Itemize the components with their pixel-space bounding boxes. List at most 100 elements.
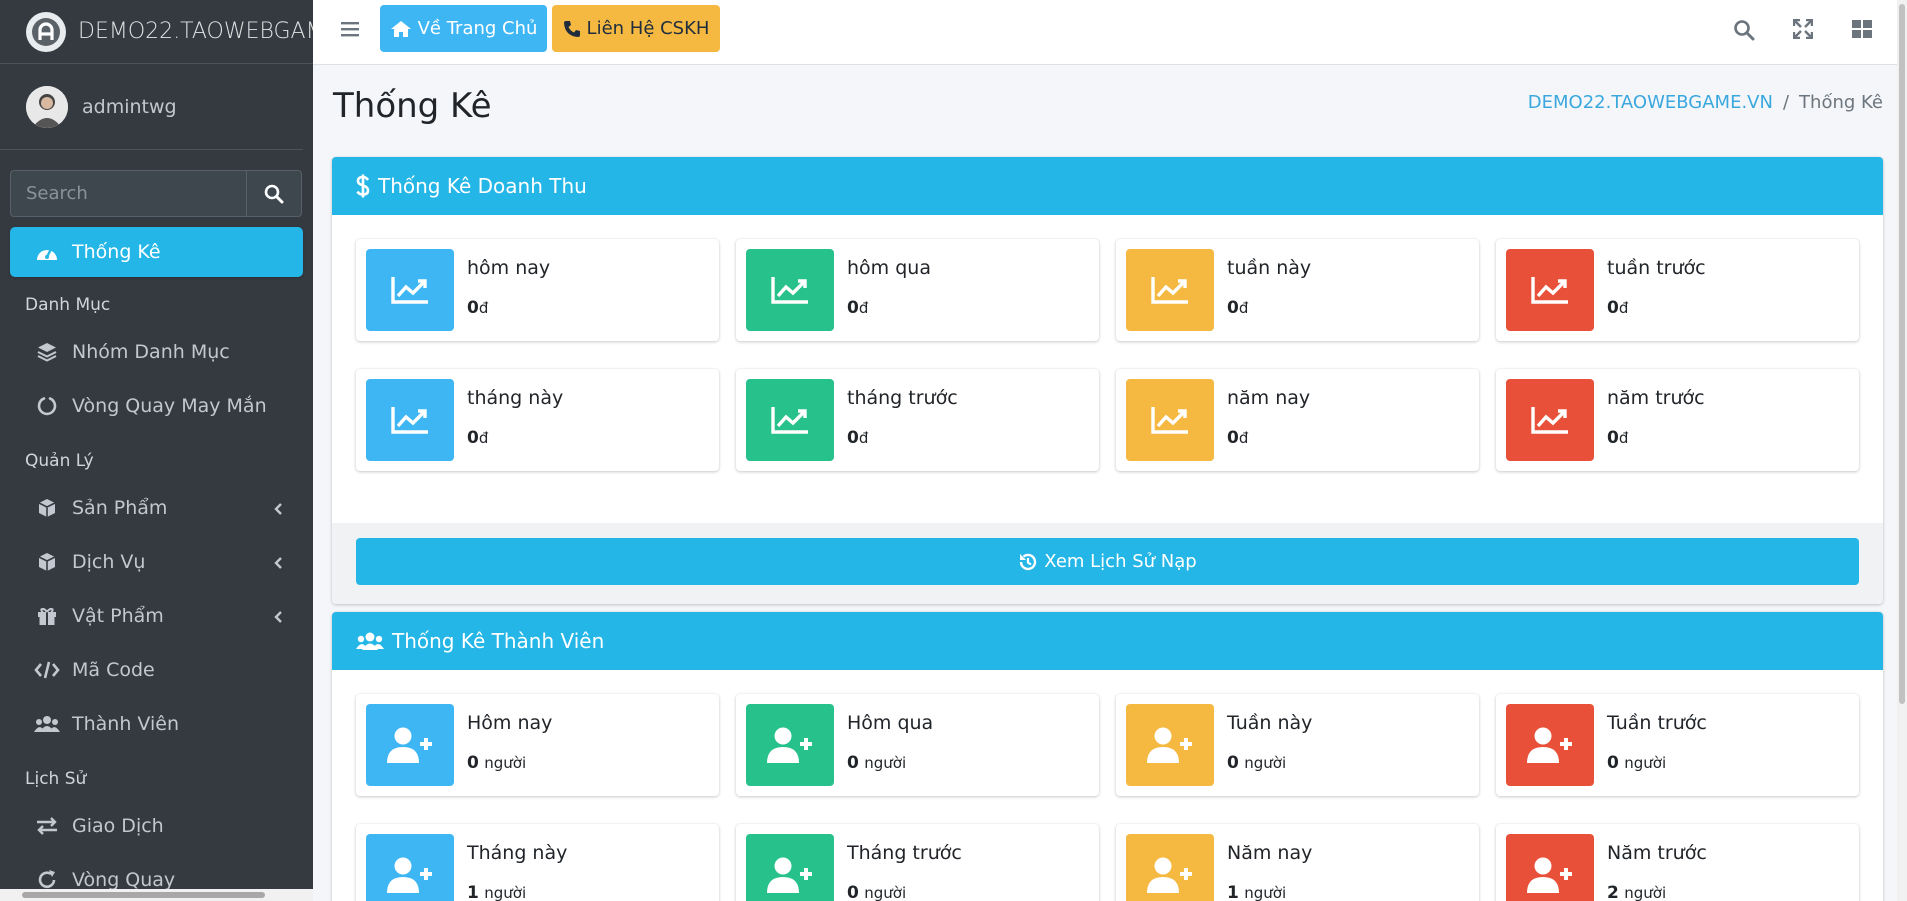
member-stat-box: Tháng trước 0 người bbox=[736, 824, 1099, 901]
chevron-left-icon bbox=[273, 553, 283, 575]
home-icon bbox=[390, 20, 411, 37]
member-stat-box: Hôm qua 0 người bbox=[736, 694, 1099, 796]
contact-button-label: Liên Hệ CSKH bbox=[586, 18, 710, 39]
revenue-card-header: Thống Kê Doanh Thu bbox=[332, 157, 1883, 215]
chevron-left-icon bbox=[273, 607, 283, 629]
sidebar-item-ma-code[interactable]: Mã Code bbox=[0, 643, 313, 697]
users-icon bbox=[356, 632, 384, 650]
members-stats-grid: Hôm nay 0 người Hôm qua 0 người Tuần này 0 ng… bbox=[356, 694, 1859, 901]
member-stat-box: Tháng này 1 người bbox=[356, 824, 719, 901]
box-icon bbox=[34, 495, 60, 521]
sidebar-item-label: Vật Phẩm bbox=[72, 605, 164, 627]
menu-toggle-icon[interactable] bbox=[341, 20, 361, 42]
stat-number: 0 bbox=[1607, 298, 1619, 318]
sidebar-item-label: Vòng Quay bbox=[72, 869, 176, 891]
stat-number: 0 bbox=[847, 298, 859, 318]
stat-value: 1 người bbox=[467, 883, 526, 901]
search-icon bbox=[264, 184, 284, 203]
stat-unit: đ bbox=[478, 299, 489, 317]
stat-number: 0 bbox=[467, 298, 479, 318]
sidebar-item-thong-ke[interactable]: Thống Kê bbox=[10, 227, 303, 277]
contact-button[interactable]: Liên Hệ CSKH bbox=[552, 5, 720, 52]
user-name[interactable]: admintwg bbox=[82, 96, 177, 118]
user-plus-icon bbox=[366, 834, 454, 901]
stat-value: 0đ bbox=[847, 428, 868, 448]
revenue-stat-box: hôm qua 0đ bbox=[736, 239, 1099, 341]
fullscreen-icon[interactable] bbox=[1792, 18, 1814, 43]
stat-number: 0 bbox=[467, 753, 479, 773]
layers-icon bbox=[34, 339, 60, 365]
exchange-icon bbox=[34, 813, 60, 839]
chart-line-icon bbox=[746, 249, 834, 331]
sidebar-item-san-pham[interactable]: Sản Phẩm bbox=[0, 481, 313, 535]
revenue-card-title: Thống Kê Doanh Thu bbox=[378, 174, 587, 198]
search-icon[interactable] bbox=[1733, 19, 1755, 45]
stat-label: năm nay bbox=[1227, 387, 1311, 409]
stat-label: Tháng này bbox=[467, 842, 568, 864]
brand-link[interactable]: DEMO22.TAOWEBGAME.VN bbox=[0, 0, 313, 64]
breadcrumb: DEMO22.TAOWEBGAME.VN / Thống Kê bbox=[1528, 92, 1883, 113]
sidebar-item-dich-vu[interactable]: Dịch Vụ bbox=[0, 535, 313, 589]
stat-unit: người bbox=[1624, 754, 1667, 772]
stat-number: 0 bbox=[847, 428, 859, 448]
sidebar-search-input[interactable] bbox=[10, 170, 246, 217]
chart-line-icon bbox=[366, 379, 454, 461]
stat-unit: người bbox=[484, 884, 527, 901]
sidebar-horizontal-scrollbar[interactable] bbox=[0, 889, 313, 901]
stat-number: 0 bbox=[1227, 753, 1239, 773]
user-plus-icon bbox=[1126, 834, 1214, 901]
sidebar-item-label: Thành Viên bbox=[72, 713, 180, 735]
stat-unit: người bbox=[864, 884, 907, 901]
stat-value: 0 người bbox=[467, 753, 526, 773]
nav-header-quan-ly: Quản Lý bbox=[25, 451, 94, 471]
chart-line-icon bbox=[746, 379, 834, 461]
stat-unit: đ bbox=[478, 429, 489, 447]
user-plus-icon bbox=[1126, 704, 1214, 786]
user-plus-icon bbox=[366, 704, 454, 786]
page-vertical-scrollbar[interactable] bbox=[1897, 0, 1907, 901]
chart-line-icon bbox=[1126, 379, 1214, 461]
user-plus-icon bbox=[746, 704, 834, 786]
sidebar-search-button[interactable] bbox=[246, 170, 302, 217]
stat-value: 0 người bbox=[1607, 753, 1666, 773]
stat-number: 0 bbox=[467, 428, 479, 448]
stat-value: 0đ bbox=[847, 298, 868, 318]
users-icon bbox=[34, 711, 60, 737]
revenue-card-footer: Xem Lịch Sử Nạp bbox=[332, 523, 1883, 604]
stat-label: Năm nay bbox=[1227, 842, 1313, 864]
stat-label: tháng này bbox=[467, 387, 564, 409]
members-card-title: Thống Kê Thành Viên bbox=[392, 629, 605, 653]
stat-unit: đ bbox=[1238, 299, 1249, 317]
stat-label: Hôm qua bbox=[847, 712, 934, 734]
view-history-button-label: Xem Lịch Sử Nạp bbox=[1044, 551, 1197, 572]
brand-logo-icon bbox=[26, 11, 66, 52]
sidebar-item-thanh-vien[interactable]: Thành Viên bbox=[0, 697, 313, 751]
stat-value: 0đ bbox=[1607, 428, 1628, 448]
sidebar: DEMO22.TAOWEBGAME.VN admintwg Thống Kê D… bbox=[0, 0, 313, 901]
breadcrumb-root-link[interactable]: DEMO22.TAOWEBGAME.VN bbox=[1528, 92, 1773, 113]
view-history-button[interactable]: Xem Lịch Sử Nạp bbox=[356, 538, 1859, 585]
home-button[interactable]: Về Trang Chủ bbox=[380, 5, 547, 52]
home-button-label: Về Trang Chủ bbox=[417, 18, 538, 39]
stat-unit: người bbox=[864, 754, 907, 772]
sidebar-item-label: Vòng Quay May Mắn bbox=[72, 395, 267, 417]
stat-value: 0 người bbox=[1227, 753, 1286, 773]
sidebar-item-vat-pham[interactable]: Vật Phẩm bbox=[0, 589, 313, 643]
stat-number: 0 bbox=[847, 883, 859, 901]
stat-number: 1 bbox=[1227, 883, 1239, 901]
sidebar-item-vong-quay-may-man[interactable]: Vòng Quay May Mắn bbox=[0, 379, 313, 433]
stat-label: năm trước bbox=[1607, 387, 1705, 409]
sidebar-item-nhom-danh-muc[interactable]: Nhóm Danh Mục bbox=[0, 325, 313, 379]
brand-title: DEMO22.TAOWEBGAME.VN bbox=[78, 19, 313, 44]
stat-label: hôm qua bbox=[847, 257, 931, 279]
chevron-left-icon bbox=[273, 499, 283, 521]
sidebar-search bbox=[10, 170, 302, 217]
member-stat-box: Năm trước 2 người bbox=[1496, 824, 1859, 901]
revenue-stat-box: năm nay 0đ bbox=[1116, 369, 1479, 471]
stat-number: 0 bbox=[1607, 753, 1619, 773]
grid-icon[interactable] bbox=[1851, 19, 1873, 43]
user-panel[interactable]: admintwg bbox=[0, 64, 303, 150]
avatar bbox=[26, 85, 68, 128]
sidebar-item-giao-dich[interactable]: Giao Dịch bbox=[0, 799, 313, 853]
circle-notch-icon bbox=[34, 393, 60, 419]
